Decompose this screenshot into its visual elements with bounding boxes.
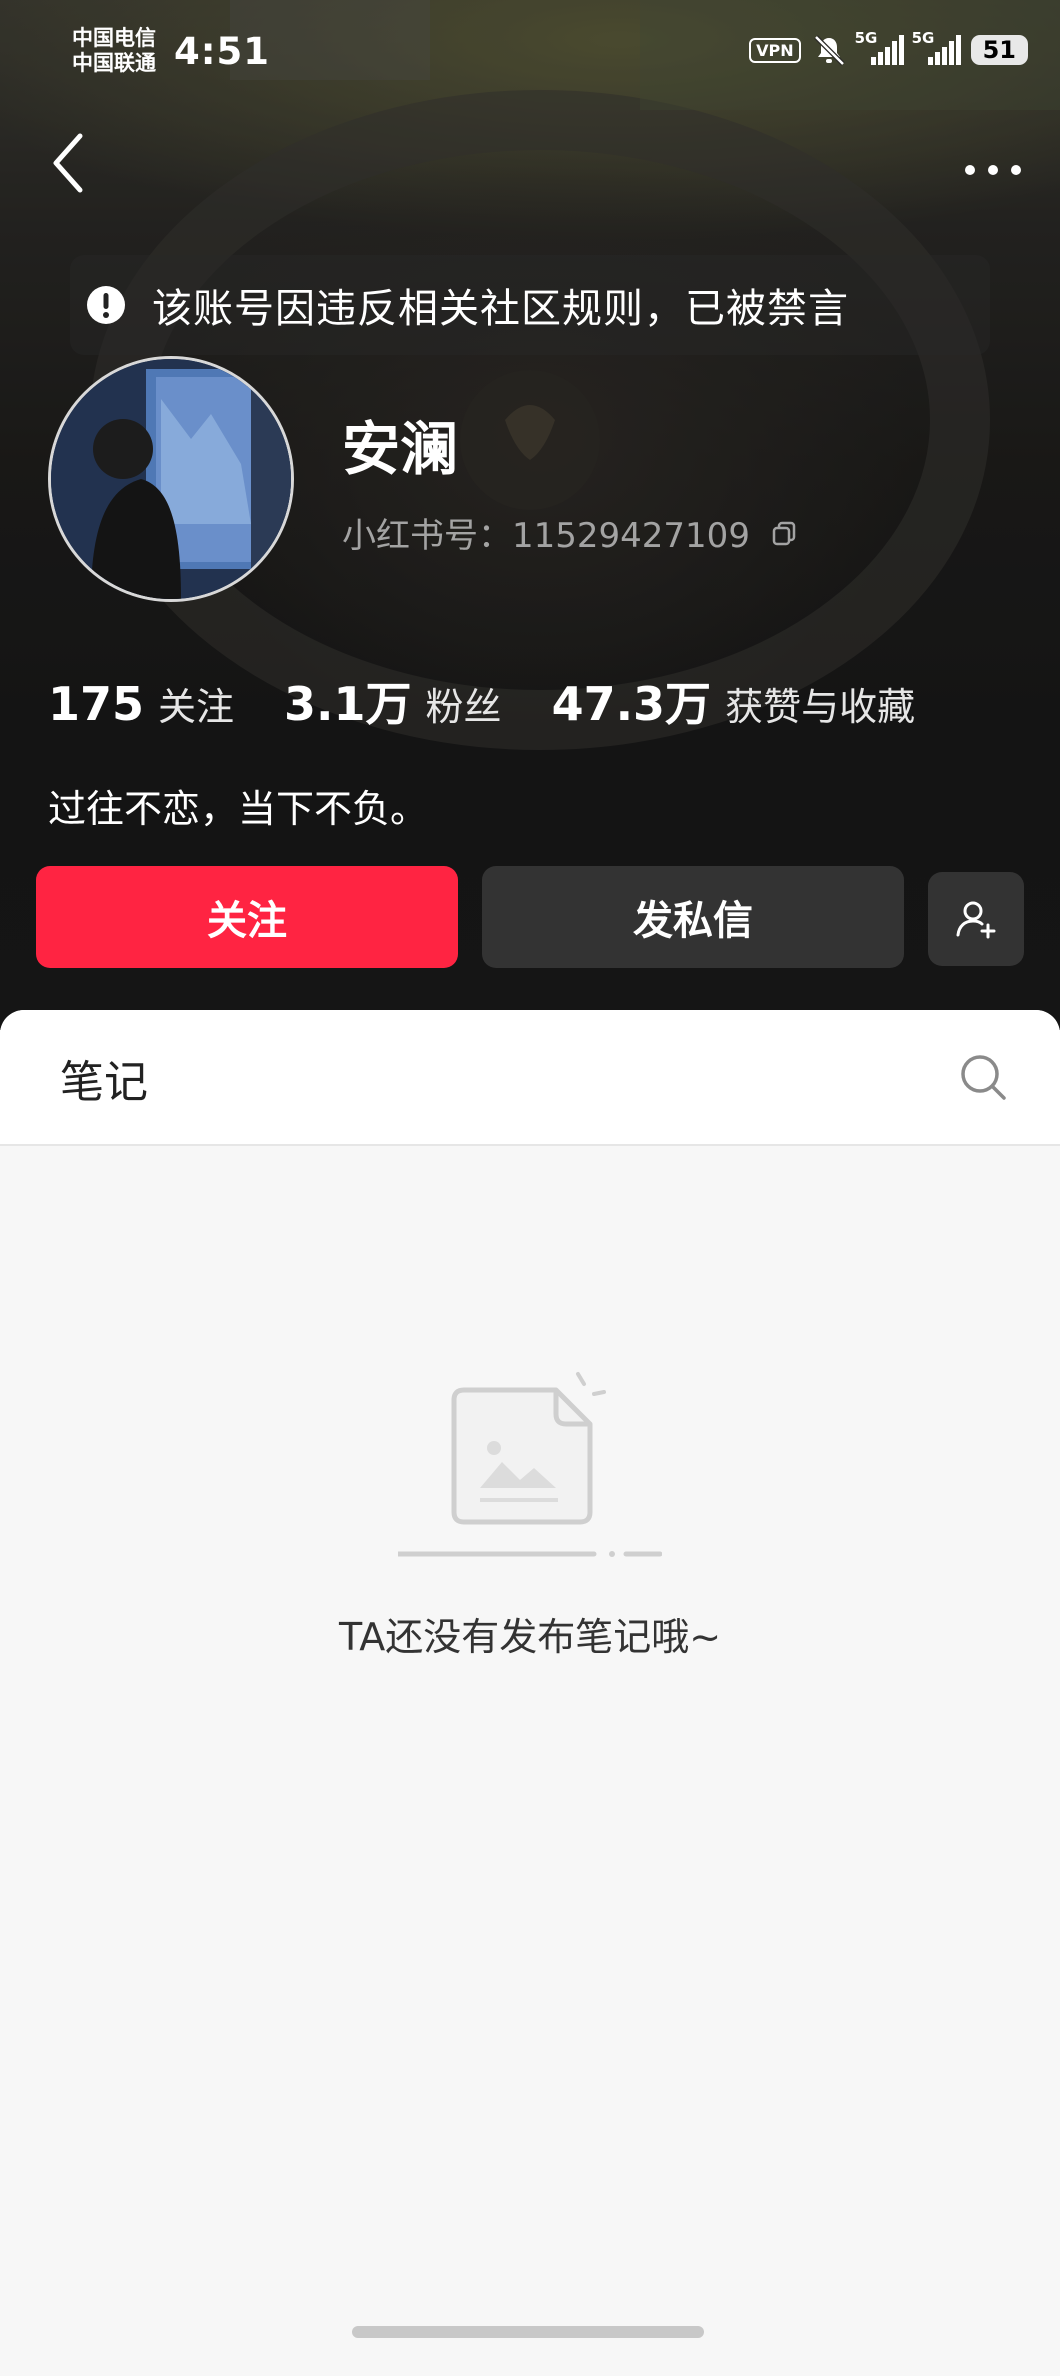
stat-followers-value: 3.1万 — [284, 677, 412, 731]
home-indicator[interactable] — [352, 2326, 704, 2338]
ban-notice: 该账号因违反相关社区规则，已被禁言 — [70, 255, 990, 355]
network-type-1: 5G — [854, 29, 878, 47]
empty-notes-icon — [398, 1372, 662, 1557]
follow-button[interactable]: 关注 — [36, 866, 458, 968]
profile-name: 安澜 — [342, 415, 459, 483]
search-icon[interactable] — [956, 1050, 1010, 1104]
profile-stats: 175 关注 3.1万 粉丝 47.3万 获赞与收藏 — [48, 668, 965, 734]
signal-2-icon: 5G — [912, 29, 961, 65]
add-friend-button[interactable] — [928, 872, 1024, 966]
notes-sheet: 笔记 — [0, 1010, 1060, 2376]
carrier-labels: 中国电信 中国联通 — [72, 26, 156, 76]
carrier-2: 中国联通 — [72, 51, 156, 75]
avatar[interactable] — [48, 356, 294, 602]
network-type-2: 5G — [911, 29, 935, 47]
more-button[interactable] — [960, 150, 1026, 190]
stat-likes-label: 获赞与收藏 — [725, 685, 916, 729]
empty-notes-text: TA还没有发布笔记哦~ — [338, 1615, 722, 1659]
stat-following-value: 175 — [48, 677, 145, 731]
stat-followers[interactable]: 3.1万 粉丝 — [284, 668, 502, 734]
profile-id-label: 小红书号： — [342, 516, 512, 556]
battery-level: 51 — [970, 35, 1028, 65]
status-icons: VPN 5G 5G 51 — [749, 29, 1028, 66]
message-button[interactable]: 发私信 — [482, 866, 904, 968]
add-user-icon — [956, 901, 996, 939]
alert-icon — [87, 286, 125, 324]
stat-followers-label: 粉丝 — [425, 685, 502, 729]
status-time: 4:51 — [174, 30, 271, 73]
avatar-image — [51, 359, 291, 599]
profile-bio: 过往不恋，当下不负。 — [48, 787, 429, 831]
notes-tabbar: 笔记 — [0, 1010, 1060, 1146]
profile-id-value: 11529427109 — [512, 516, 750, 556]
stat-following[interactable]: 175 关注 — [48, 676, 234, 731]
chevron-left-icon — [53, 133, 83, 193]
stat-likes[interactable]: 47.3万 获赞与收藏 — [552, 668, 916, 734]
vpn-badge: VPN — [749, 37, 801, 63]
stat-following-label: 关注 — [158, 685, 235, 729]
signal-1-icon: 5G — [855, 29, 904, 65]
copy-icon[interactable] — [770, 519, 798, 547]
back-button[interactable] — [44, 128, 94, 198]
stat-likes-value: 47.3万 — [551, 677, 712, 731]
carrier-1: 中国电信 — [72, 26, 156, 50]
profile-id-line: 小红书号：11529427109 — [342, 508, 798, 557]
more-dots-icon — [965, 165, 1021, 175]
mute-bell-icon — [813, 35, 845, 66]
tab-notes[interactable]: 笔记 — [60, 1046, 148, 1110]
ban-notice-text: 该账号因违反相关社区规则，已被禁言 — [152, 286, 849, 332]
